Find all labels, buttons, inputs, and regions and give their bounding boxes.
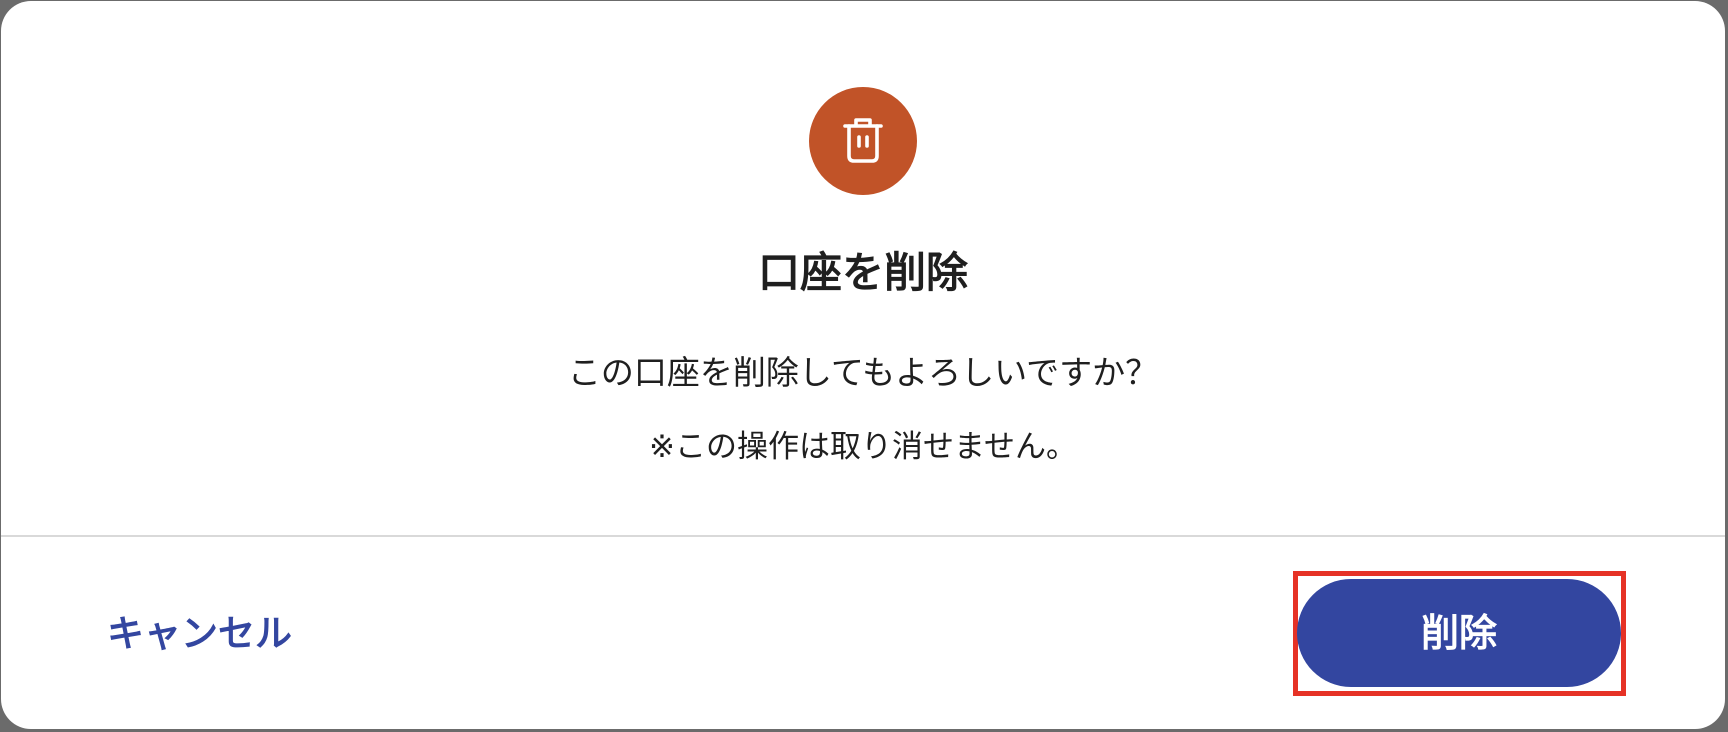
dialog-body: 口座を削除 この口座を削除してもよろしいですか？ ※この操作は取り消せません。	[1, 1, 1725, 535]
dialog-title: 口座を削除	[757, 248, 968, 297]
confirm-message: この口座を削除してもよろしいですか？	[567, 353, 1159, 392]
footer-divider	[1, 535, 1725, 537]
cancel-button[interactable]: キャンセル	[107, 608, 292, 660]
trash-icon	[843, 118, 883, 163]
delete-button[interactable]: 削除	[1297, 579, 1621, 687]
trash-icon-badge	[809, 87, 917, 195]
confirm-delete-dialog: 口座を削除 この口座を削除してもよろしいですか？ ※この操作は取り消せません。 …	[1, 1, 1725, 729]
irreversible-note: ※この操作は取り消せません。	[648, 429, 1078, 465]
